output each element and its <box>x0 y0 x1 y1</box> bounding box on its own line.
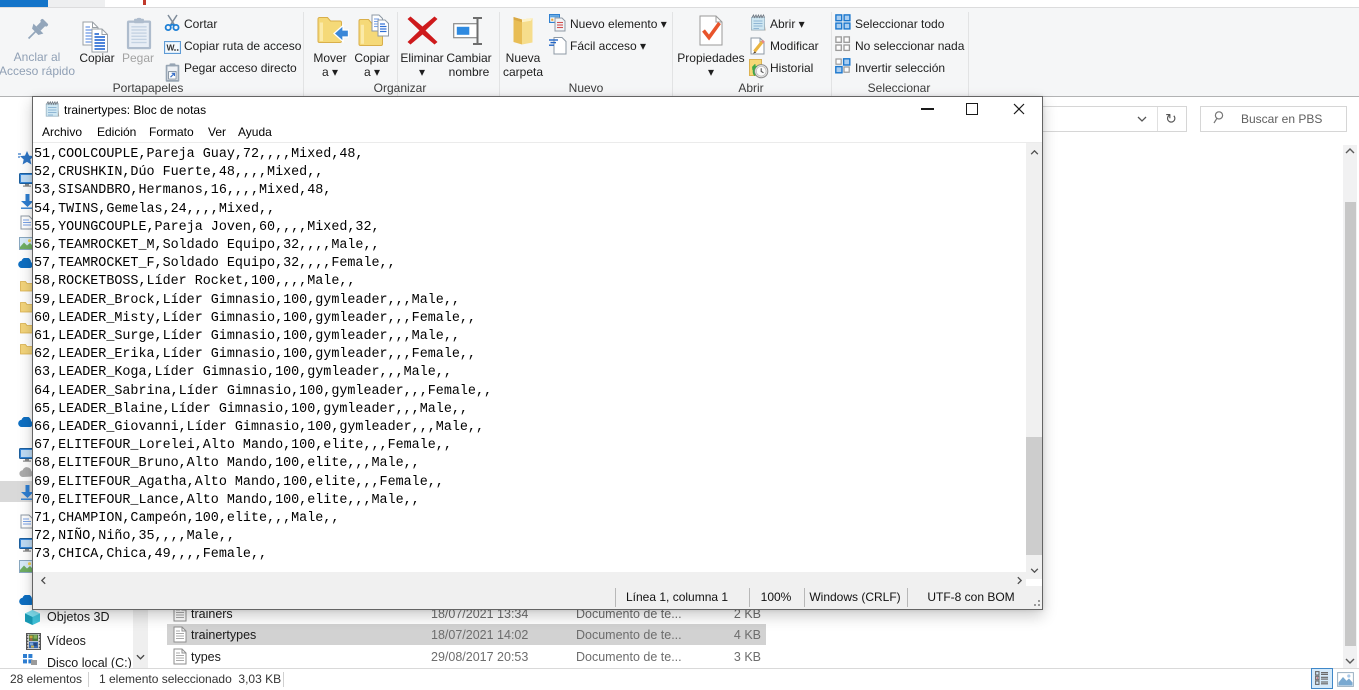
svg-text:W: W <box>167 43 176 53</box>
